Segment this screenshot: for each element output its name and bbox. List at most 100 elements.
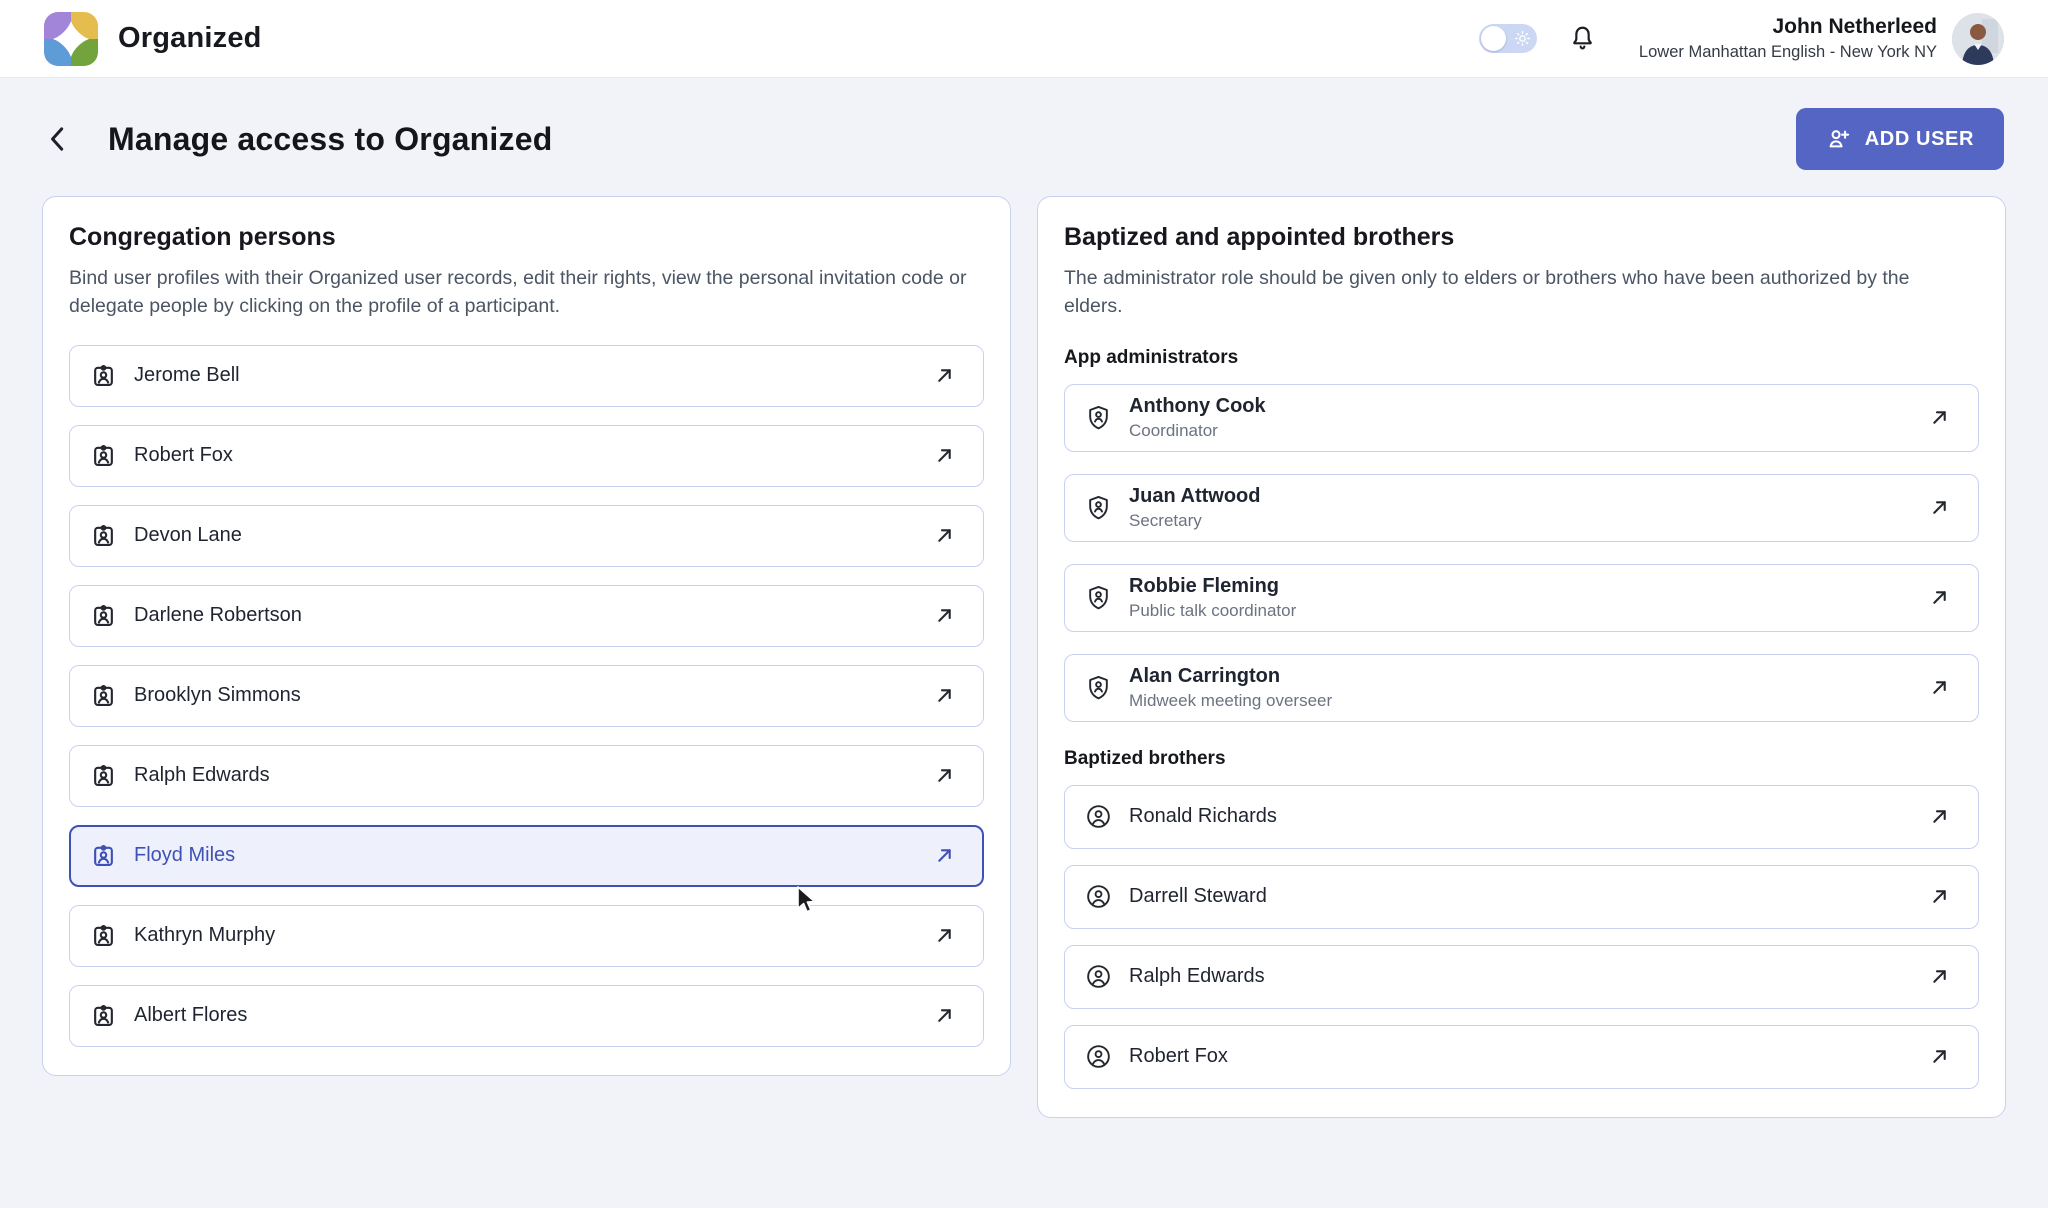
- administrator-role: Secretary: [1129, 511, 1260, 531]
- persons-list: Jerome Bell Robert Fox Devon Lane Darlen…: [69, 345, 984, 1047]
- open-arrow-icon: [932, 683, 957, 708]
- baptized-brothers-list: Ronald Richards Darrell Steward Ralph Ed…: [1064, 785, 1979, 1089]
- app-name: Organized: [118, 22, 262, 55]
- brother-row[interactable]: Ronald Richards: [1064, 785, 1979, 849]
- congregation-persons-panel: Congregation persons Bind user profiles …: [42, 196, 1011, 1076]
- panel-title: Baptized and appointed brothers: [1064, 223, 1979, 252]
- person-name: Devon Lane: [134, 524, 242, 547]
- open-arrow-icon: [932, 603, 957, 628]
- person-row-highlighted[interactable]: Floyd Miles: [69, 825, 984, 887]
- id-badge-icon: [90, 602, 117, 629]
- open-arrow-icon: [932, 923, 957, 948]
- panel-description: Bind user profiles with their Organized …: [69, 264, 974, 321]
- brother-row[interactable]: Robert Fox: [1064, 1025, 1979, 1089]
- open-arrow-icon: [932, 763, 957, 788]
- person-row[interactable]: Devon Lane: [69, 505, 984, 567]
- person-name: Ralph Edwards: [134, 764, 270, 787]
- brother-name: Ronald Richards: [1129, 805, 1277, 828]
- administrator-name: Anthony Cook: [1129, 394, 1266, 418]
- administrator-role: Coordinator: [1129, 421, 1266, 441]
- id-badge-icon: [90, 1002, 117, 1029]
- page-title: Manage access to Organized: [108, 121, 552, 158]
- administrator-row[interactable]: Juan Attwood Secretary: [1064, 474, 1979, 542]
- brother-row[interactable]: Ralph Edwards: [1064, 945, 1979, 1009]
- brother-row[interactable]: Darrell Steward: [1064, 865, 1979, 929]
- user-plus-icon: [1826, 126, 1852, 152]
- brother-name: Robert Fox: [1129, 1045, 1228, 1068]
- administrator-row[interactable]: Anthony Cook Coordinator: [1064, 384, 1979, 452]
- user-congregation: Lower Manhattan English - New York NY: [1639, 42, 1937, 63]
- administrator-name: Robbie Fleming: [1129, 574, 1296, 598]
- open-arrow-icon: [1927, 585, 1952, 610]
- open-arrow-icon: [932, 523, 957, 548]
- user-circle-icon: [1085, 883, 1112, 910]
- shield-person-icon: [1085, 674, 1112, 701]
- open-arrow-icon: [932, 843, 957, 868]
- open-arrow-icon: [1927, 495, 1952, 520]
- person-name: Floyd Miles: [134, 844, 235, 867]
- id-badge-icon: [90, 762, 117, 789]
- open-arrow-icon: [1927, 964, 1952, 989]
- person-name: Jerome Bell: [134, 364, 240, 387]
- person-name: Kathryn Murphy: [134, 924, 275, 947]
- baptized-brothers-panel: Baptized and appointed brothers The admi…: [1037, 196, 2006, 1118]
- open-arrow-icon: [1927, 405, 1952, 430]
- id-badge-icon: [90, 922, 117, 949]
- app-logo-icon[interactable]: [44, 12, 98, 66]
- administrators-list: Anthony Cook Coordinator Juan Attwood Se…: [1064, 384, 1979, 722]
- open-arrow-icon: [1927, 804, 1952, 829]
- open-arrow-icon: [932, 1003, 957, 1028]
- notifications-bell-icon[interactable]: [1568, 24, 1597, 53]
- open-arrow-icon: [932, 363, 957, 388]
- user-name: John Netherleed: [1639, 14, 1937, 40]
- toggle-knob: [1481, 26, 1506, 51]
- shield-person-icon: [1085, 494, 1112, 521]
- person-row[interactable]: Robert Fox: [69, 425, 984, 487]
- page-header: Manage access to Organized ADD USER: [0, 78, 2048, 196]
- brother-name: Ralph Edwards: [1129, 965, 1265, 988]
- id-badge-icon: [90, 442, 117, 469]
- person-name: Darlene Robertson: [134, 604, 302, 627]
- id-badge-icon: [90, 842, 117, 869]
- add-user-button[interactable]: ADD USER: [1796, 108, 2004, 170]
- person-row[interactable]: Kathryn Murphy: [69, 905, 984, 967]
- back-button[interactable]: [44, 124, 74, 154]
- top-app-bar: Organized John Netherleed Lower Manhatta…: [0, 0, 2048, 78]
- person-row[interactable]: Darlene Robertson: [69, 585, 984, 647]
- person-name: Albert Flores: [134, 1004, 247, 1027]
- administrator-row[interactable]: Robbie Fleming Public talk coordinator: [1064, 564, 1979, 632]
- open-arrow-icon: [932, 443, 957, 468]
- user-circle-icon: [1085, 1043, 1112, 1070]
- shield-person-icon: [1085, 404, 1112, 431]
- person-row[interactable]: Ralph Edwards: [69, 745, 984, 807]
- main-content: Congregation persons Bind user profiles …: [0, 196, 2048, 1118]
- user-circle-icon: [1085, 963, 1112, 990]
- administrator-role: Midweek meeting overseer: [1129, 691, 1332, 711]
- person-row[interactable]: Jerome Bell: [69, 345, 984, 407]
- open-arrow-icon: [1927, 884, 1952, 909]
- section-label-baptized-brothers: Baptized brothers: [1064, 748, 1979, 770]
- administrator-role: Public talk coordinator: [1129, 601, 1296, 621]
- administrator-name: Juan Attwood: [1129, 484, 1260, 508]
- user-circle-icon: [1085, 803, 1112, 830]
- id-badge-icon: [90, 682, 117, 709]
- person-name: Brooklyn Simmons: [134, 684, 301, 707]
- person-row[interactable]: Brooklyn Simmons: [69, 665, 984, 727]
- brother-name: Darrell Steward: [1129, 885, 1267, 908]
- id-badge-icon: [90, 522, 117, 549]
- section-label-app-administrators: App administrators: [1064, 347, 1979, 369]
- administrator-name: Alan Carrington: [1129, 664, 1332, 688]
- person-row[interactable]: Albert Flores: [69, 985, 984, 1047]
- avatar[interactable]: [1952, 13, 2004, 65]
- shield-person-icon: [1085, 584, 1112, 611]
- panel-title: Congregation persons: [69, 223, 984, 252]
- id-badge-icon: [90, 362, 117, 389]
- administrator-row[interactable]: Alan Carrington Midweek meeting overseer: [1064, 654, 1979, 722]
- sun-icon: [1513, 29, 1532, 48]
- user-info[interactable]: John Netherleed Lower Manhattan English …: [1639, 14, 1937, 63]
- add-user-label: ADD USER: [1865, 128, 1974, 151]
- theme-toggle[interactable]: [1479, 24, 1537, 53]
- open-arrow-icon: [1927, 675, 1952, 700]
- person-name: Robert Fox: [134, 444, 233, 467]
- open-arrow-icon: [1927, 1044, 1952, 1069]
